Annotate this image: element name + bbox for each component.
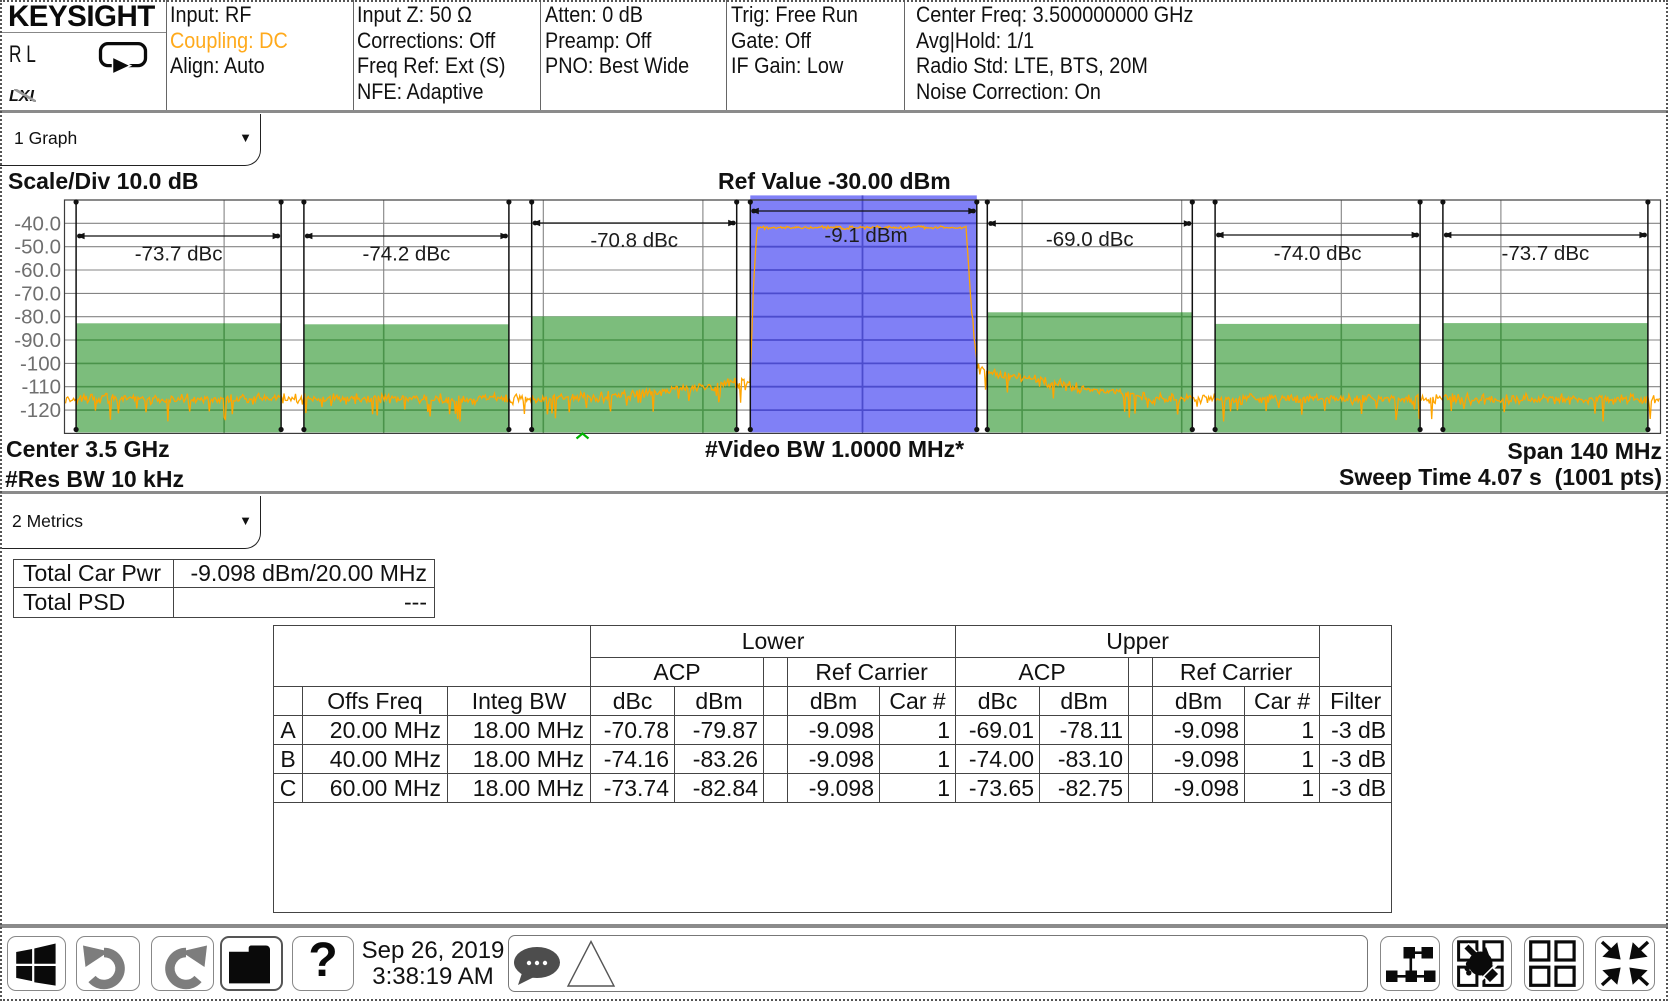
svg-text:-70.8 dBc: -70.8 dBc [590, 229, 678, 252]
svg-text:-80.0: -80.0 [14, 306, 61, 329]
svg-text:-70.0: -70.0 [14, 282, 61, 305]
svg-text:-50.0: -50.0 [14, 236, 61, 259]
svg-text:-40.0: -40.0 [14, 212, 61, 235]
svg-text:-73.7 dBc: -73.7 dBc [135, 243, 223, 266]
svg-text:-90.0: -90.0 [14, 329, 61, 352]
svg-text:-69.0 dBc: -69.0 dBc [1046, 228, 1134, 251]
svg-text:-110: -110 [21, 376, 61, 399]
svg-text:-74.0 dBc: -74.0 dBc [1274, 242, 1362, 265]
svg-text:-120: -120 [20, 399, 61, 422]
svg-text:-9.1 dBm: -9.1 dBm [824, 224, 907, 247]
svg-text:-73.7 dBc: -73.7 dBc [1502, 242, 1590, 265]
svg-text:-74.2 dBc: -74.2 dBc [363, 243, 451, 266]
svg-text:-60.0: -60.0 [14, 259, 61, 282]
svg-text:-100: -100 [20, 352, 61, 375]
